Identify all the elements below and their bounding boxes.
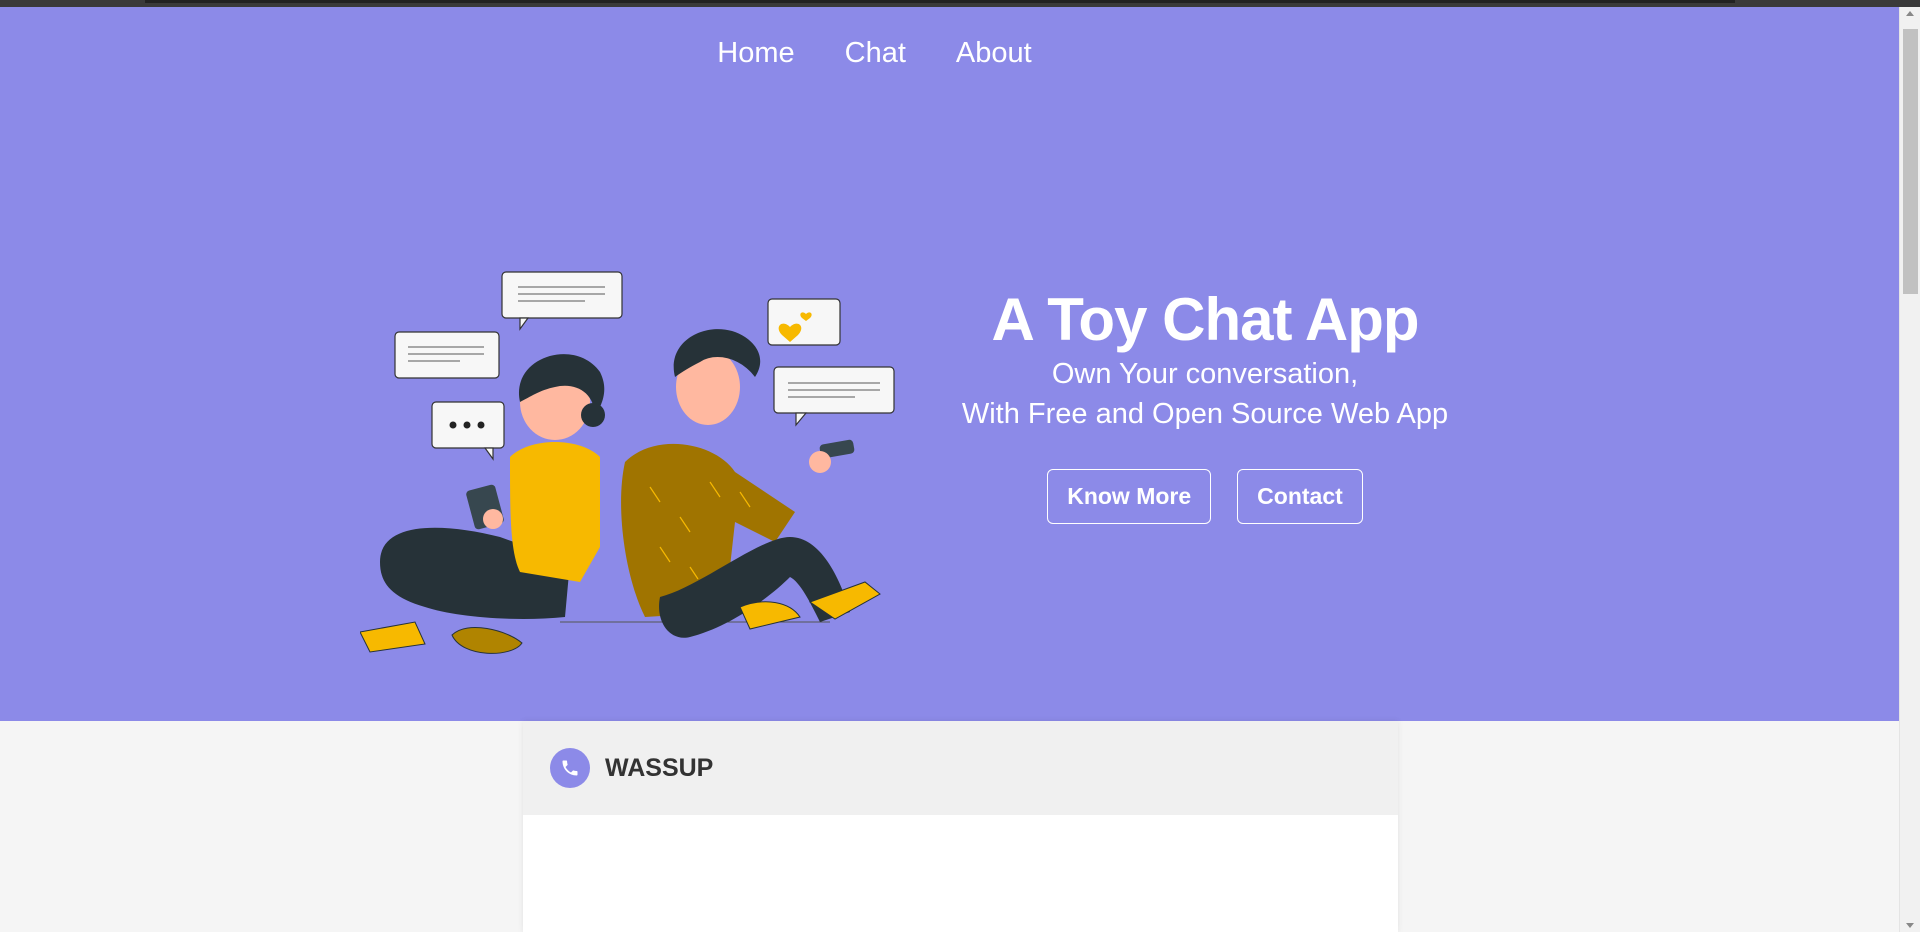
nav-about[interactable]: About bbox=[956, 37, 1032, 70]
hero-subtitle-line2: With Free and Open Source Web App bbox=[961, 398, 1449, 430]
top-nav: Home Chat About bbox=[0, 37, 1899, 70]
phone-icon bbox=[550, 748, 590, 788]
nav-home[interactable]: Home bbox=[717, 37, 794, 70]
browser-top-strip bbox=[0, 0, 1920, 7]
hero-section: Home Chat About A Toy Chat App Own Your … bbox=[0, 7, 1899, 721]
chat-card: WASSUP bbox=[523, 721, 1398, 932]
woman-figure bbox=[360, 354, 605, 654]
hero-buttons: Know More Contact bbox=[940, 469, 1470, 524]
scrollbar-thumb[interactable] bbox=[1903, 29, 1918, 294]
scroll-up-icon[interactable] bbox=[1906, 11, 1914, 16]
scroll-down-icon[interactable] bbox=[1906, 923, 1914, 928]
hero-subtitle-line1: Own Your conversation, bbox=[1051, 358, 1359, 390]
hero-title: A Toy Chat App bbox=[991, 286, 1419, 353]
speech-bubble-icon bbox=[394, 271, 895, 461]
browser-tab-bar bbox=[145, 0, 1735, 3]
contact-button[interactable]: Contact bbox=[1237, 469, 1363, 524]
nav-chat[interactable]: Chat bbox=[845, 37, 906, 70]
chat-header: WASSUP bbox=[523, 721, 1398, 815]
chatting-people-illustration bbox=[360, 271, 895, 654]
know-more-button[interactable]: Know More bbox=[1047, 469, 1212, 524]
hero-text: A Toy Chat App Own Your conversation, Wi… bbox=[940, 287, 1470, 524]
page-scrollbar[interactable] bbox=[1899, 7, 1920, 932]
chat-app-name: WASSUP bbox=[605, 753, 714, 782]
